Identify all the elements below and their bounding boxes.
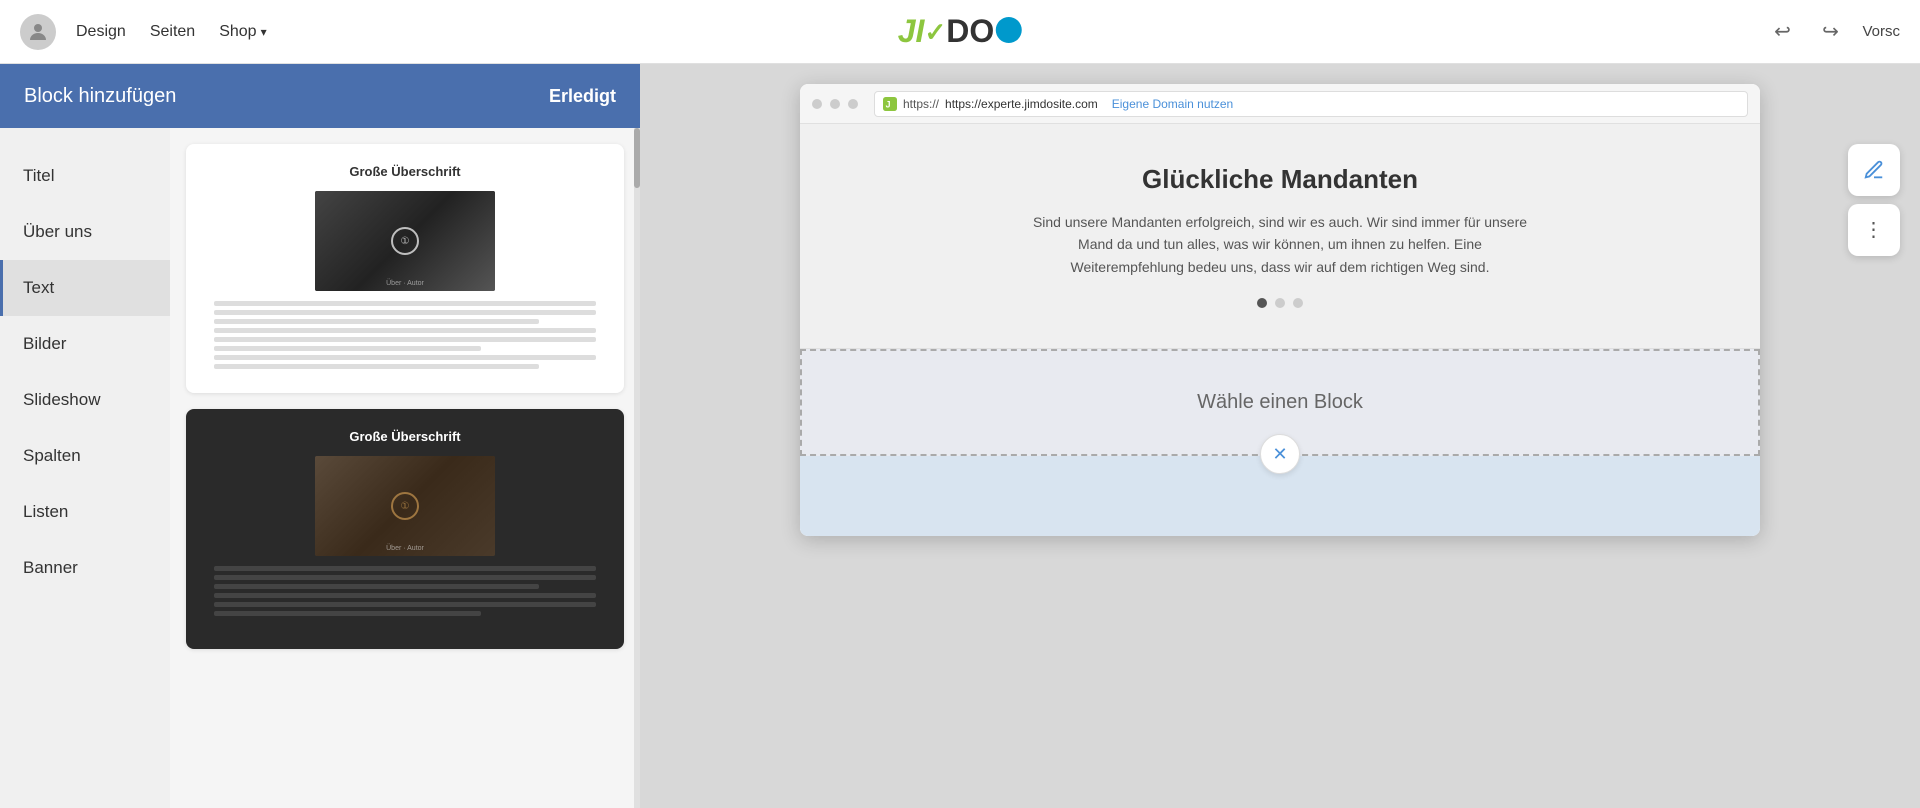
browser-bar: J https:// https://experte.jimdosite.com…	[800, 84, 1760, 124]
floating-toolbar: ⋮	[1848, 144, 1900, 256]
slideshow-dots	[860, 298, 1700, 308]
pen-icon	[1863, 159, 1885, 181]
pen-tool-button[interactable]	[1848, 144, 1900, 196]
sidebar-item-ueber-uns[interactable]: Über uns	[0, 204, 170, 260]
more-options-button[interactable]: ⋮	[1848, 204, 1900, 256]
choose-block-label: Wähle einen Block	[1197, 391, 1363, 413]
browser-dot-grey-1	[812, 99, 822, 109]
close-button[interactable]: ✕	[1260, 434, 1300, 474]
sidebar-item-slideshow[interactable]: Slideshow	[0, 372, 170, 428]
nav-design[interactable]: Design	[76, 23, 126, 41]
slideshow-dot-3[interactable]	[1293, 298, 1303, 308]
block-card-title-2: Große Überschrift	[349, 429, 460, 444]
nav-shop[interactable]: Shop ▾	[219, 23, 266, 41]
done-button[interactable]: Erledigt	[549, 86, 616, 107]
block-card-dark[interactable]: Große Überschrift ① Über · Autor	[186, 409, 624, 649]
dots-icon: ⋮	[1864, 220, 1885, 240]
block-card-image-1: ① Über · Autor	[315, 191, 495, 291]
browser-dot-grey-3	[848, 99, 858, 109]
sidebar-item-titel[interactable]: Titel	[0, 148, 170, 204]
left-panel: Block hinzufügen Erledigt Titel Über uns…	[0, 64, 640, 808]
top-navigation: Design Seiten Shop ▾ JI ✓ DO ↩ ↪ Vorsc	[0, 0, 1920, 64]
domain-link[interactable]: Eigene Domain nutzen	[1112, 97, 1233, 111]
sidebar-item-listen[interactable]: Listen	[0, 484, 170, 540]
slideshow-title: Glückliche Mandanten	[860, 164, 1700, 195]
undo-button[interactable]: ↩	[1766, 16, 1798, 48]
block-card-image-2: ① Über · Autor	[315, 456, 495, 556]
sidebar-item-spalten[interactable]: Spalten	[0, 428, 170, 484]
image-label-2: Über · Autor	[386, 545, 424, 552]
block-card-text-1	[206, 301, 604, 373]
sidebar-item-banner[interactable]: Banner	[0, 540, 170, 596]
svg-text:J: J	[886, 99, 891, 109]
slideshow-dot-2[interactable]	[1275, 298, 1285, 308]
right-panel: ⋮ J https:// https://experte.jimdosite.c…	[640, 64, 1920, 808]
browser-window: J https:// https://experte.jimdosite.com…	[800, 84, 1760, 536]
panel-title: Block hinzufügen	[24, 85, 176, 108]
preview-button[interactable]: Vorsc	[1862, 23, 1900, 40]
panel-header: Block hinzufügen Erledigt	[0, 64, 640, 128]
sidebar-nav: Titel Über uns Text Bilder Slideshow Spa…	[0, 128, 170, 808]
url-domain: https://experte.jimdosite.com	[945, 97, 1098, 111]
jimdo-favicon: J	[883, 97, 897, 111]
browser-content: Glückliche Mandanten Sind unsere Mandant…	[800, 124, 1760, 536]
jimdo-logo: JI ✓ DO	[898, 13, 1022, 50]
choose-block-area[interactable]: Wähle einen Block ✕	[800, 349, 1760, 456]
x-icon: ✕	[1272, 444, 1287, 465]
slideshow-text: Sind unsere Mandanten erfolgreich, sind …	[1030, 211, 1530, 278]
block-card-light[interactable]: Große Überschrift ① Über · Autor	[186, 144, 624, 393]
slideshow-section: Glückliche Mandanten Sind unsere Mandant…	[800, 124, 1760, 349]
redo-button[interactable]: ↪	[1814, 16, 1846, 48]
panel-body: Titel Über uns Text Bilder Slideshow Spa…	[0, 128, 640, 808]
block-card-text-2	[206, 566, 604, 620]
play-icon-2: ①	[391, 492, 419, 520]
main-area: Block hinzufügen Erledigt Titel Über uns…	[0, 64, 1920, 808]
image-label-1: Über · Autor	[386, 280, 424, 287]
sidebar-item-text[interactable]: Text	[0, 260, 170, 316]
play-icon: ①	[391, 227, 419, 255]
url-https: https://	[903, 97, 939, 111]
nav-seiten[interactable]: Seiten	[150, 23, 195, 41]
chevron-down-icon: ▾	[261, 25, 267, 39]
slideshow-dot-1[interactable]	[1257, 298, 1267, 308]
user-avatar[interactable]	[20, 14, 56, 50]
nav-right: ↩ ↪ Vorsc	[1766, 16, 1900, 48]
block-card-title-1: Große Überschrift	[349, 164, 460, 179]
browser-dot-grey-2	[830, 99, 840, 109]
blocks-list: Große Überschrift ① Über · Autor	[170, 128, 640, 808]
sidebar-item-bilder[interactable]: Bilder	[0, 316, 170, 372]
nav-links: Design Seiten Shop ▾	[76, 23, 267, 41]
browser-url-bar[interactable]: J https:// https://experte.jimdosite.com…	[874, 91, 1748, 117]
